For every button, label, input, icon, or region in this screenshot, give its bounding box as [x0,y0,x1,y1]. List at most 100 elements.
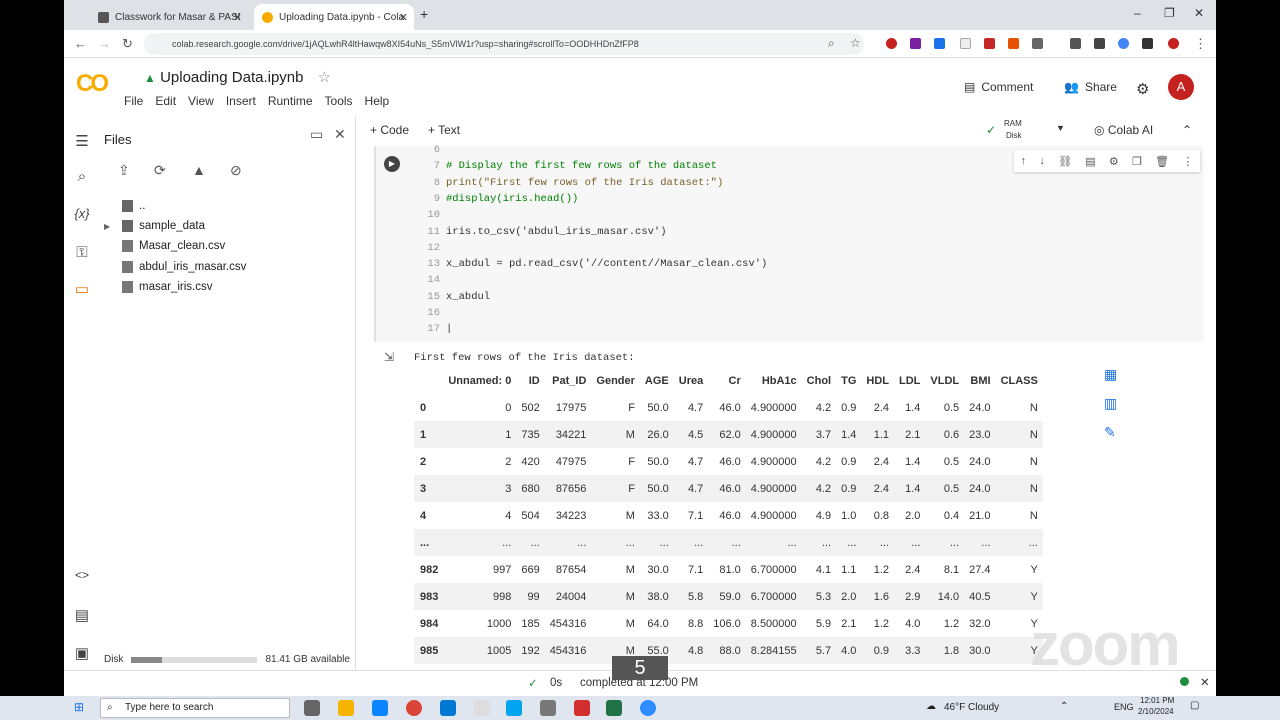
file-item-parent[interactable]: .. [122,200,145,212]
move-up-icon[interactable]: ↑ [1021,155,1027,167]
code-line[interactable]: 9 #display(iris.head()) [420,193,579,205]
tray-chevron-icon[interactable]: ⌃ [1060,701,1068,712]
comment-icon[interactable]: ▤ [1085,155,1095,168]
code-line[interactable]: 6 [420,144,446,156]
open-tab-icon[interactable]: ▭ [310,126,323,143]
file-item-masar-clean[interactable]: Masar_clean.csv [122,240,225,252]
extension-icon[interactable] [910,38,921,49]
zoom-app-icon[interactable] [640,700,656,716]
link-icon[interactable]: ⛓ [1058,155,1072,168]
add-code-button[interactable]: + Code [370,123,409,137]
expand-arrow-icon[interactable]: ▶ [104,222,110,231]
code-snippets-icon[interactable]: <> [73,568,91,582]
code-line[interactable]: 17 | [420,323,452,335]
close-panel-icon[interactable]: ✕ [334,126,346,143]
minimize-icon[interactable]: – [1134,6,1141,20]
collapse-chevron-icon[interactable]: ⌃ [1182,123,1192,137]
menu-runtime[interactable]: Runtime [268,94,313,108]
code-line[interactable]: 12 [420,242,446,254]
media-icon[interactable] [1070,38,1081,49]
add-text-button[interactable]: + Text [428,123,460,137]
star-icon[interactable]: ☆ [318,69,331,86]
share-button[interactable]: 👥 Share [1064,80,1117,94]
menu-insert[interactable]: Insert [226,94,256,108]
acrobat-icon[interactable] [574,700,590,716]
taskbar-search-input[interactable]: ⌕ Type here to search [100,698,290,718]
windows-start-icon[interactable]: ⊞ [74,700,84,714]
notebook-title[interactable]: ▲ Uploading Data.ipynb ☆ [144,68,331,86]
mirror-cell-icon[interactable]: ❐ [1132,155,1142,168]
extension-icon[interactable] [934,38,945,49]
avatar[interactable]: A [1168,74,1194,100]
back-icon[interactable]: ← [74,36,87,51]
extension-icon[interactable] [886,38,897,49]
code-line[interactable]: 8 print("First few rows of the Iris datas… [420,177,724,189]
colab-ai-button[interactable]: ◎ Colab AI [1094,123,1153,137]
file-item-sample-data[interactable]: ▶ sample_data [104,220,205,232]
refresh-folder-icon[interactable]: ⟳ [154,162,166,179]
chart-suggest-icon[interactable]: ▥ [1104,395,1117,412]
weather-text[interactable]: 46°F Cloudy [944,702,999,713]
app-icon[interactable] [506,700,522,716]
delete-icon[interactable]: 🗑 [1155,155,1169,168]
settings-gear-icon[interactable]: ⚙ [1109,155,1119,168]
app-icon[interactable] [540,700,556,716]
google-icon[interactable] [1118,38,1129,49]
runtime-dropdown-icon[interactable]: ▼ [1056,123,1065,133]
zoom-search-icon[interactable]: ⌕ [828,36,835,51]
upload-icon[interactable]: ⇪ [118,162,130,179]
vscode-icon[interactable] [440,700,456,716]
app-icon[interactable] [474,700,490,716]
close-status-icon[interactable]: ✕ [1200,675,1210,689]
reload-icon[interactable]: ↻ [122,36,133,52]
generate-code-icon[interactable]: ✎ [1104,424,1117,441]
task-view-icon[interactable] [304,700,320,716]
forward-icon[interactable]: → [98,36,111,51]
terminal-icon[interactable]: ▣ [73,644,91,662]
extension-icon[interactable] [1008,38,1019,49]
profile-icon[interactable] [1168,38,1179,49]
output-actions-icon[interactable]: ⇲ [384,350,394,364]
clock-time[interactable]: 12:01 PM [1140,696,1174,705]
tab-uploading-data[interactable]: Uploading Data.ipynb - Colab ✕ [254,4,414,30]
menu-tools[interactable]: Tools [325,94,353,108]
mount-drive-icon[interactable]: ▲ [192,162,206,178]
close-tab-icon[interactable]: ✕ [233,11,242,24]
toc-icon[interactable]: ☰ [73,132,91,150]
url-input[interactable]: colab.research.google.com/drive/1jAQLwhR… [144,33,864,55]
notifications-icon[interactable]: ▢ [1190,700,1199,711]
tab-classwork[interactable]: Classwork for Masar & PASDS D ✕ [90,4,248,30]
code-line[interactable]: 10 [420,209,446,221]
table-view-icon[interactable]: ▦ [1104,366,1117,383]
more-options-icon[interactable]: ⋮ [1182,155,1193,168]
extension-icon[interactable] [984,38,995,49]
extension-icon[interactable] [960,38,971,49]
code-line[interactable]: 14 [420,274,446,286]
variables-icon[interactable]: {x} [73,206,91,221]
menu-view[interactable]: View [188,94,214,108]
code-line[interactable]: 13 x_abdul = pd.read_csv('//content//Masa… [420,258,767,270]
download-icon[interactable] [1094,38,1105,49]
comment-button[interactable]: ▤ Comment [964,80,1033,94]
sidepanel-icon[interactable] [1142,38,1153,49]
clock-date[interactable]: 2/10/2024 [1138,707,1174,716]
bookmark-star-icon[interactable]: ☆ [850,36,861,50]
browser-menu-icon[interactable]: ⋮ [1194,36,1207,52]
maximize-icon[interactable]: ❐ [1164,6,1175,20]
language-indicator[interactable]: ENG [1114,702,1134,712]
menu-file[interactable]: File [124,94,143,108]
chrome-icon[interactable] [406,700,422,716]
ram-label[interactable]: RAM [1004,119,1022,128]
menu-edit[interactable]: Edit [155,94,176,108]
code-line[interactable]: 16 [420,307,446,319]
file-item-abdul-iris[interactable]: abdul_iris_masar.csv [122,261,246,273]
close-tab-icon[interactable]: ✕ [399,11,408,24]
extensions-puzzle-icon[interactable] [1032,38,1043,49]
move-down-icon[interactable]: ↓ [1039,155,1045,167]
disk-label[interactable]: Disk [1006,131,1022,140]
code-line[interactable]: 7 # Display the first few rows of the dat… [420,160,717,172]
code-line[interactable]: 15 x_abdul [420,291,490,303]
command-palette-icon[interactable]: ▤ [73,606,91,624]
excel-icon[interactable] [606,700,622,716]
edge-icon[interactable] [372,700,388,716]
